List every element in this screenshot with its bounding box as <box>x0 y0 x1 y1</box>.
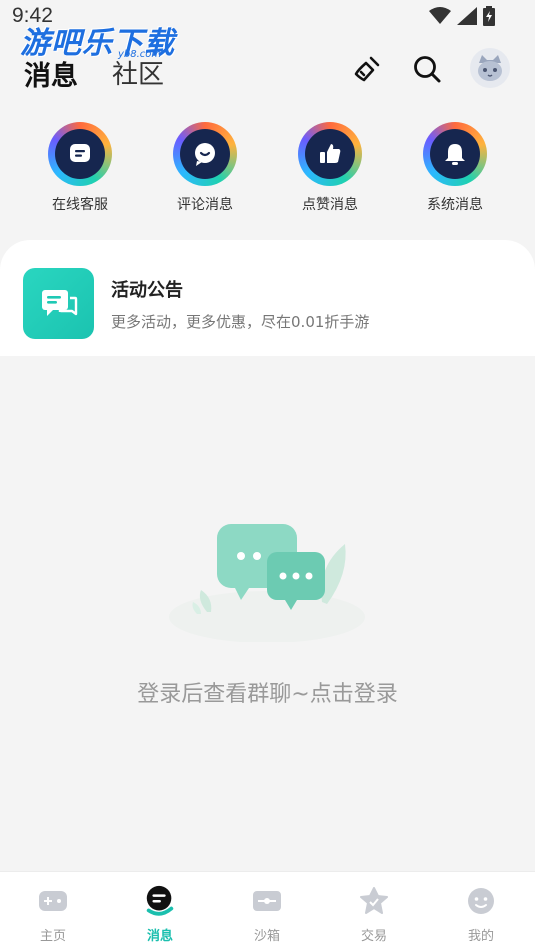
avatar[interactable] <box>470 48 510 88</box>
tab-community[interactable]: 社区 <box>112 54 164 91</box>
quick-action-system[interactable]: 系统消息 <box>405 122 505 214</box>
quick-action-label: 在线客服 <box>52 197 108 213</box>
quick-action-customer-service[interactable]: 在线客服 <box>30 122 130 214</box>
gamepad-icon <box>36 884 70 918</box>
profile-icon <box>464 884 498 918</box>
broom-icon[interactable] <box>350 52 384 86</box>
login-prompt[interactable]: 登录后查看群聊~点击登录 <box>0 676 535 708</box>
quick-actions: 在线客服 评论消息 点赞消息 系统消息 <box>0 122 535 222</box>
sandbox-icon <box>250 884 284 918</box>
trade-icon <box>357 884 391 918</box>
nav-label: 交易 <box>360 929 387 944</box>
nav-profile[interactable]: 我的 <box>441 884 521 944</box>
thumbs-up-icon <box>305 129 355 179</box>
announcement-title: 活动公告 <box>111 280 183 301</box>
wifi-icon <box>429 7 451 24</box>
status-icons <box>429 6 495 26</box>
nav-home[interactable]: 主页 <box>13 884 93 944</box>
message-icon <box>143 884 177 918</box>
empty-chat-illustration <box>167 512 367 643</box>
quick-action-label: 点赞消息 <box>302 197 358 213</box>
comment-icon <box>180 129 230 179</box>
nav-trade[interactable]: 交易 <box>334 884 414 944</box>
battery-icon <box>483 6 495 26</box>
customer-service-icon <box>55 129 105 179</box>
quick-action-label: 评论消息 <box>177 197 233 213</box>
nav-messages[interactable]: 消息 <box>120 884 200 944</box>
nav-label: 我的 <box>467 929 494 944</box>
nav-sandbox[interactable]: 沙箱 <box>227 884 307 944</box>
bell-icon <box>430 129 480 179</box>
nav-label: 沙箱 <box>253 929 280 944</box>
announcement-subtitle: 更多活动，更多优惠，尽在0.01折手游 <box>111 313 370 331</box>
search-icon[interactable] <box>410 52 444 86</box>
signal-icon <box>457 7 477 25</box>
tab-messages[interactable]: 消息 <box>24 54 78 93</box>
nav-label: 主页 <box>39 929 66 944</box>
bottom-nav: 主页 消息 沙箱 交易 我的 <box>0 871 535 951</box>
nav-label: 消息 <box>146 929 173 944</box>
chat-bubbles-icon <box>23 268 94 339</box>
quick-action-label: 系统消息 <box>427 197 483 213</box>
cat-avatar-icon <box>478 55 502 81</box>
header: 消息 社区 <box>0 40 535 100</box>
quick-action-comments[interactable]: 评论消息 <box>155 122 255 214</box>
quick-action-likes[interactable]: 点赞消息 <box>280 122 380 214</box>
announcement-card[interactable]: 活动公告 更多活动，更多优惠，尽在0.01折手游 <box>0 240 535 356</box>
